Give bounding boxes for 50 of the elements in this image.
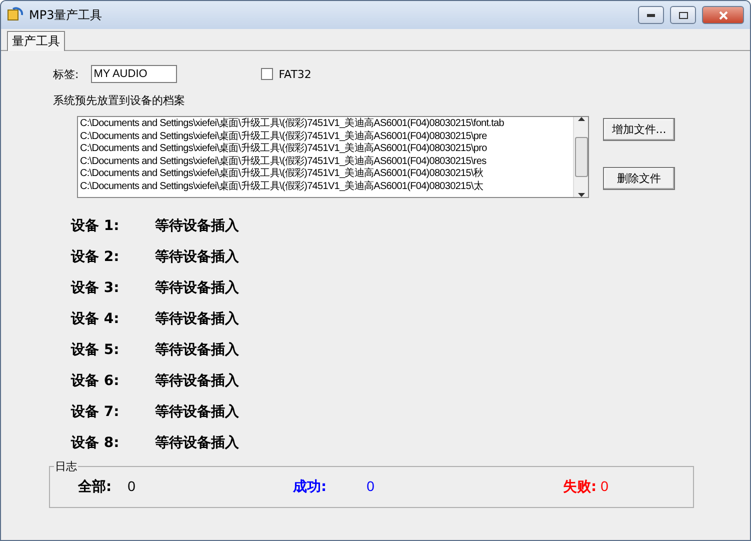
file-path[interactable]: C:\Documents and Settings\xiefei\桌面\升级工具\(假彩)7451V1_美迪高AS6001(F04)08030215\res [80,156,571,168]
stat-value: 0 [366,478,374,496]
label-input[interactable]: MY AUDIO [90,65,177,83]
file-path[interactable]: C:\Documents and Settings\xiefei\桌面\升级工具\(假彩)7451V1_美迪高AS6001(F04)08030215\太 [80,180,571,193]
files-heading: 系统预先放置到设备的档案 [53,93,186,108]
maximize-icon [678,12,688,18]
device-label: 设备 2: [71,248,120,266]
device-status: 等待设备插入 [155,278,239,296]
window-title: MP3量产工具 [29,6,104,24]
file-path[interactable]: C:\Documents and Settings\xiefei\桌面\升级工具\(假彩)7451V1_美迪高AS6001(F04)08030215\font.tab [80,118,571,130]
device-status: 等待设备插入 [155,216,239,234]
device-status: 等待设备插入 [155,310,239,328]
scroll-thumb[interactable] [574,137,588,177]
file-path[interactable]: C:\Documents and Settings\xiefei\桌面\升级工具\(假彩)7451V1_美迪高AS6001(F04)08030215\pre [80,130,571,143]
delete-file-button[interactable]: 删除文件 [603,167,675,190]
log-title: 日志 [54,459,78,474]
fat32-checkbox[interactable] [260,68,273,80]
device-label: 设备 6: [71,372,120,390]
device-label: 设备 7: [71,402,120,420]
stat-label: 全部: [78,478,112,496]
device-status: 等待设备插入 [155,340,239,358]
file-path[interactable]: C:\Documents and Settings\xiefei\桌面\升级工具\(假彩)7451V1_美迪高AS6001(F04)08030215\秋 [80,168,571,180]
scroll-down-icon[interactable] [578,193,584,197]
device-label: 设备 8: [71,434,120,452]
app-icon [7,7,23,23]
device-status: 等待设备插入 [155,248,239,266]
device-status: 等待设备插入 [155,434,239,452]
stat-value: 0 [128,478,136,496]
file-path[interactable]: C:\Documents and Settings\xiefei\桌面\升级工具\(假彩)7451V1_美迪高AS6001(F04)08030215\pro [80,143,571,156]
device-status: 等待设备插入 [155,402,239,420]
scrollbar[interactable] [573,117,588,197]
maximize-button[interactable] [670,6,696,24]
stat-label: 失败: [563,478,597,496]
stat-value: 0 [600,478,608,496]
minimize-button[interactable] [638,6,664,24]
device-label: 设备 5: [71,340,120,358]
tab[interactable]: 量产工具 [7,31,65,51]
scroll-up-icon[interactable] [578,117,584,121]
device-label: 设备 4: [71,310,120,328]
close-icon [718,10,728,20]
device-status: 等待设备插入 [155,372,239,390]
minimize-icon [647,14,655,16]
device-label: 设备 3: [71,278,120,296]
file-list[interactable] [77,116,589,198]
checkbox-label: FAT32 [278,68,312,80]
add-file-button[interactable]: 增加文件... [603,118,675,141]
stat-label: 成功: [293,478,327,496]
device-label: 设备 1: [71,216,120,234]
close-button[interactable] [702,6,744,24]
field-label: 标签: [53,66,79,82]
